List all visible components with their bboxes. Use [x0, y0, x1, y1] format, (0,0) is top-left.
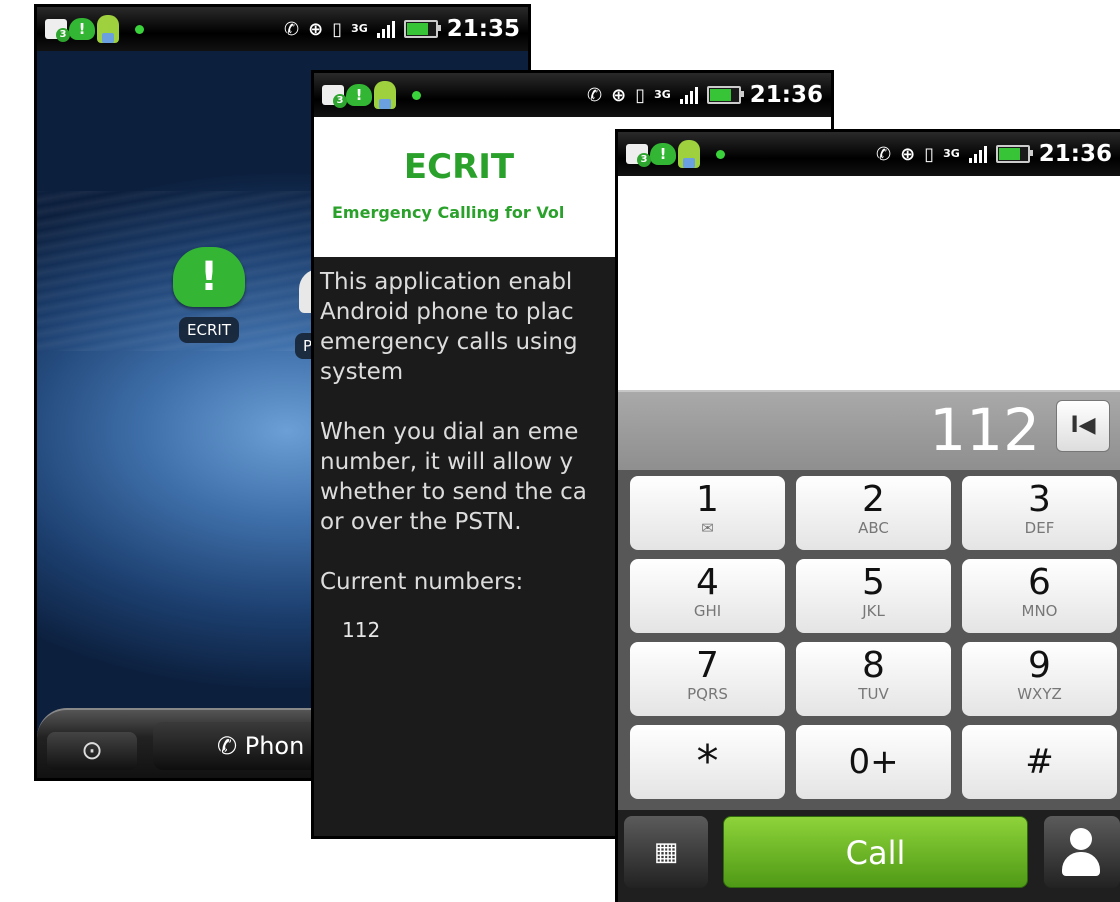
battery-icon: [403, 20, 441, 38]
page-title: ECRIT: [403, 147, 515, 187]
page-subtitle: Emergency Calling for Vol: [332, 203, 565, 222]
android-notification-icon: [97, 15, 119, 43]
status-bar: 3 ! ✆ ⊕ ▯ 3G 21:35: [37, 7, 528, 51]
key-1[interactable]: 1 ✉: [630, 476, 785, 550]
gps-icon: ⊕: [900, 143, 916, 165]
ecrit-notification-icon: !: [69, 18, 95, 40]
voicemail-icon: ✉: [701, 519, 714, 537]
keyboard-toggle-button[interactable]: ▦: [624, 816, 708, 888]
call-icon: ✆: [587, 84, 603, 106]
contact-icon-body: [1062, 852, 1100, 876]
ecrit-notification-icon: !: [650, 143, 676, 165]
green-dot-icon: [135, 24, 144, 34]
key-digit: 9: [1028, 645, 1051, 686]
status-time: 21:36: [749, 82, 823, 108]
status-bar: 3 ! ✆ ⊕ ▯ 3G 21:36: [314, 73, 831, 117]
ecrit-cloud-icon: !: [173, 247, 245, 307]
android-notification-icon: [678, 140, 700, 168]
key-7[interactable]: 7 PQRS: [630, 642, 785, 716]
key-letters: DEF: [1024, 519, 1055, 537]
app-drawer-button[interactable]: ⊙: [47, 732, 137, 770]
keypad: 1 ✉ 2 ABC 3 DEF 4 GHI 5 JKL 6 MNO 7 PQRS 8 TUV 9…: [618, 470, 1120, 810]
call-forward-icon: ✆: [284, 18, 300, 40]
phone-icon: ✆: [217, 732, 245, 760]
backspace-button[interactable]: I◀: [1056, 400, 1110, 452]
key-digit: 8: [862, 645, 885, 686]
key-digit: 5: [862, 562, 885, 603]
key-letters: GHI: [693, 602, 722, 620]
vibrate-icon: ▯: [332, 18, 343, 40]
key-letters: JKL: [862, 602, 885, 620]
key-star[interactable]: *: [630, 725, 785, 799]
android-notification-icon: [374, 81, 396, 109]
gps-icon: ⊕: [308, 18, 324, 40]
dialed-number[interactable]: 112: [929, 396, 1040, 464]
status-time: 21:36: [1038, 141, 1112, 167]
key-digit: 7: [696, 645, 719, 686]
tag-notification-icon: 3: [45, 19, 70, 42]
key-3[interactable]: 3 DEF: [962, 476, 1117, 550]
chevron-up-icon: ⊙: [81, 736, 103, 766]
key-4[interactable]: 4 GHI: [630, 559, 785, 633]
key-digit: 3: [1028, 479, 1051, 520]
signal-icon: [376, 20, 395, 38]
green-dot-icon: [716, 149, 725, 159]
signal-icon: [968, 145, 987, 163]
dialer-screen: 3 ! ✆ ⊕ ▯ 3G 21:36 112 I◀ 1 ✉ 2 ABC 3 DEF 4…: [615, 129, 1120, 902]
key-letters: WXYZ: [1017, 685, 1062, 703]
dialer-action-bar: ▦ Call: [618, 810, 1120, 902]
key-9[interactable]: 9 WXYZ: [962, 642, 1117, 716]
call-icon: ✆: [876, 143, 892, 165]
network-type: 3G: [351, 22, 368, 35]
key-6[interactable]: 6 MNO: [962, 559, 1117, 633]
ecrit-notification-icon: !: [346, 84, 372, 106]
backspace-icon: I◀: [1070, 413, 1096, 438]
call-button[interactable]: Call: [723, 816, 1028, 888]
tag-notification-icon: 3: [322, 85, 347, 108]
network-type: 3G: [654, 88, 671, 101]
key-digit: #: [1025, 742, 1054, 782]
key-digit: *: [696, 736, 719, 787]
vibrate-icon: ▯: [924, 143, 935, 165]
key-letters: ABC: [858, 519, 889, 537]
contact-icon: [1070, 828, 1092, 850]
key-digit: 0+: [848, 742, 899, 782]
keypad-icon: ▦: [653, 837, 679, 867]
key-letters: MNO: [1021, 602, 1058, 620]
key-letters: PQRS: [687, 685, 728, 703]
key-8[interactable]: 8 TUV: [796, 642, 951, 716]
battery-icon: [706, 86, 744, 104]
key-2[interactable]: 2 ABC: [796, 476, 951, 550]
ecrit-app-shortcut[interactable]: ! ECRIT: [171, 247, 247, 343]
key-digit: 6: [1028, 562, 1051, 603]
key-digit: 1: [696, 479, 719, 520]
key-5[interactable]: 5 JKL: [796, 559, 951, 633]
network-type: 3G: [943, 147, 960, 160]
gps-icon: ⊕: [611, 84, 627, 106]
battery-icon: [995, 145, 1033, 163]
dialed-number-display: 112 I◀: [618, 390, 1120, 472]
key-letters: TUV: [858, 685, 889, 703]
contacts-button[interactable]: [1044, 816, 1120, 888]
key-hash[interactable]: #: [962, 725, 1117, 799]
app-label: ECRIT: [179, 317, 239, 343]
vibrate-icon: ▯: [635, 84, 646, 106]
key-digit: 2: [862, 479, 885, 520]
key-0[interactable]: 0+: [796, 725, 951, 799]
green-dot-icon: [412, 90, 421, 100]
tag-notification-icon: 3: [626, 144, 651, 167]
phone-label: Phon: [244, 732, 305, 760]
dialer-blank-area: [618, 176, 1120, 390]
signal-icon: [679, 86, 698, 104]
status-time: 21:35: [446, 16, 520, 42]
status-bar: 3 ! ✆ ⊕ ▯ 3G 21:36: [618, 132, 1120, 176]
key-digit: 4: [696, 562, 719, 603]
